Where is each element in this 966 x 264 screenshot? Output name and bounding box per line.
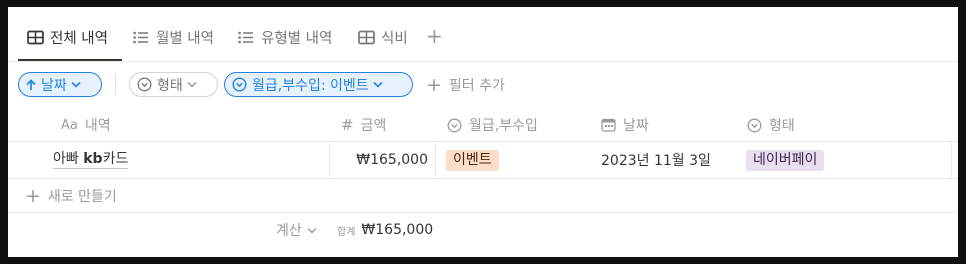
sum-value: ₩165,000: [361, 222, 434, 238]
filter-divider: [115, 74, 116, 95]
date-value: 2023년 11월 3일: [601, 153, 711, 169]
sum-label: 합계: [337, 226, 356, 238]
tab-food[interactable]: 식비: [357, 26, 408, 48]
tab-label: 식비: [381, 30, 408, 47]
select-property-icon: [137, 77, 152, 92]
tab-all-entries[interactable]: 전체 내역: [26, 26, 108, 48]
cell-date[interactable]: 2023년 11월 3일: [601, 142, 711, 178]
column-header-date[interactable]: 날짜: [601, 108, 649, 142]
sort-pill[interactable]: 날짜: [18, 72, 102, 97]
column-label: 월급,부수입: [469, 118, 538, 134]
column-label: 내역: [84, 118, 111, 134]
chevron-down-icon: [373, 81, 383, 88]
database-view: 전체 내역 월별 내역 유형별 내역 식비 + 날짜 형태 월급,부수입: 이벤…: [8, 7, 958, 257]
column-header-income[interactable]: 월급,부수입: [447, 108, 538, 142]
column-divider: [435, 142, 436, 178]
chevron-down-icon: [71, 81, 81, 88]
income-tag: 이벤트: [446, 149, 499, 171]
add-filter-button[interactable]: + 필터 추가: [426, 74, 505, 96]
calendar-icon: [601, 118, 616, 132]
column-label: 형태: [769, 118, 795, 134]
type-filter-pill[interactable]: 형태: [129, 72, 218, 97]
type-tag: 네이버페이: [746, 149, 825, 171]
chevron-down-icon: [307, 227, 317, 234]
chevron-down-icon: [187, 81, 197, 88]
table-icon: [26, 28, 44, 46]
table-row[interactable]: 아빠 kb카드 ₩165,000 이벤트 2023년 11월 3일 네이버페이: [8, 142, 958, 179]
calculate-menu[interactable]: 계산: [276, 213, 317, 247]
column-header-amount[interactable]: # 금액: [341, 108, 386, 142]
column-header-type[interactable]: 형태: [747, 108, 795, 142]
calc-label: 계산: [276, 223, 302, 239]
view-tabs: 전체 내역 월별 내역 유형별 내역 식비 +: [8, 7, 958, 62]
list-icon: [237, 28, 255, 46]
add-filter-label: 필터 추가: [448, 78, 505, 94]
column-header-name[interactable]: Aa 내역: [61, 108, 111, 142]
cell-amount[interactable]: ₩165,000: [329, 142, 435, 178]
column-divider: [951, 142, 952, 178]
table-icon: [357, 28, 375, 46]
new-row-label: 새로 만들기: [47, 188, 117, 205]
column-label: 날짜: [623, 118, 649, 134]
number-property-icon: #: [341, 116, 354, 134]
arrow-up-icon: [26, 78, 36, 91]
income-filter-label: 월급,부수입: 이벤트: [252, 77, 369, 94]
sum-summary[interactable]: 합계 ₩165,000: [337, 213, 433, 247]
tab-label: 월별 내역: [156, 30, 214, 47]
select-property-icon: [232, 77, 247, 92]
title-property-icon: Aa: [61, 117, 78, 133]
amount-value: ₩165,000: [356, 152, 428, 168]
cell-name[interactable]: 아빠 kb카드: [53, 142, 129, 178]
tab-monthly[interactable]: 월별 내역: [132, 26, 214, 48]
list-icon: [132, 28, 150, 46]
sort-label: 날짜: [41, 77, 67, 94]
add-view-button[interactable]: +: [426, 24, 443, 48]
column-label: 금액: [360, 118, 387, 134]
table-header: Aa 내역 # 금액 월급,부수입 날짜 형태: [8, 108, 958, 142]
tab-by-type[interactable]: 유형별 내역: [237, 26, 332, 48]
tab-label: 전체 내역: [50, 30, 108, 47]
plus-icon: +: [426, 74, 442, 96]
type-filter-label: 형태: [157, 77, 183, 94]
new-row-button[interactable]: + 새로 만들기: [8, 179, 958, 213]
row-title[interactable]: 아빠 kb카드: [53, 151, 129, 169]
cell-type[interactable]: 네이버페이: [746, 142, 825, 178]
select-property-icon: [447, 118, 462, 133]
active-tab-underline: [18, 59, 122, 61]
tab-label: 유형별 내역: [261, 30, 333, 47]
income-filter-pill[interactable]: 월급,부수입: 이벤트: [224, 72, 413, 97]
plus-icon: +: [25, 184, 41, 207]
cell-income[interactable]: 이벤트: [446, 142, 499, 178]
select-property-icon: [747, 118, 762, 133]
